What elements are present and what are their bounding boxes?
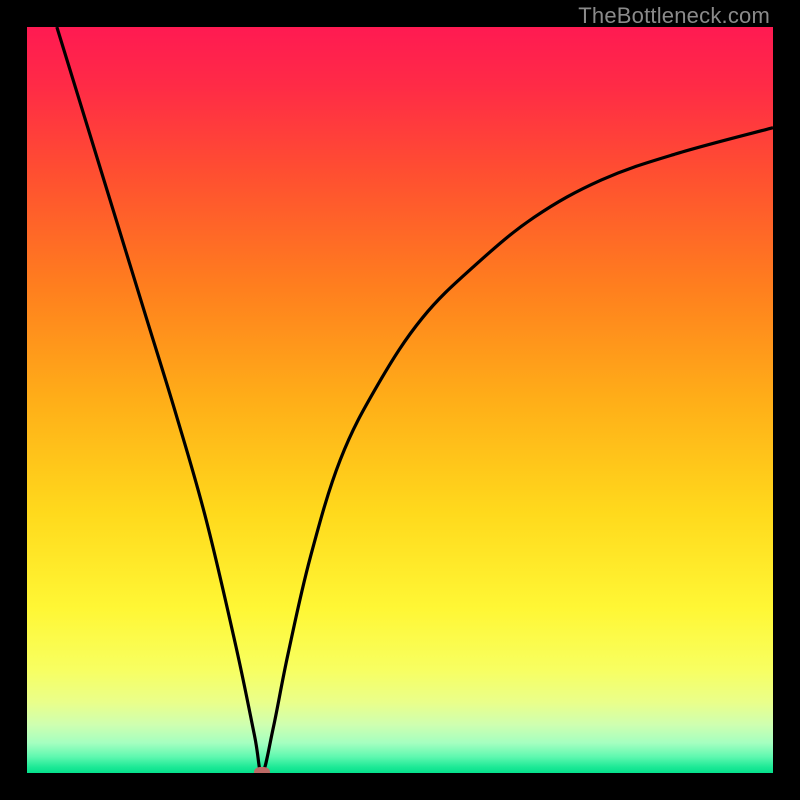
chart-marker-dot	[254, 767, 270, 773]
chart-curve-layer	[27, 27, 773, 773]
bottleneck-curve	[57, 27, 773, 773]
watermark-text: TheBottleneck.com	[578, 3, 770, 29]
chart-plot-area	[27, 27, 773, 773]
